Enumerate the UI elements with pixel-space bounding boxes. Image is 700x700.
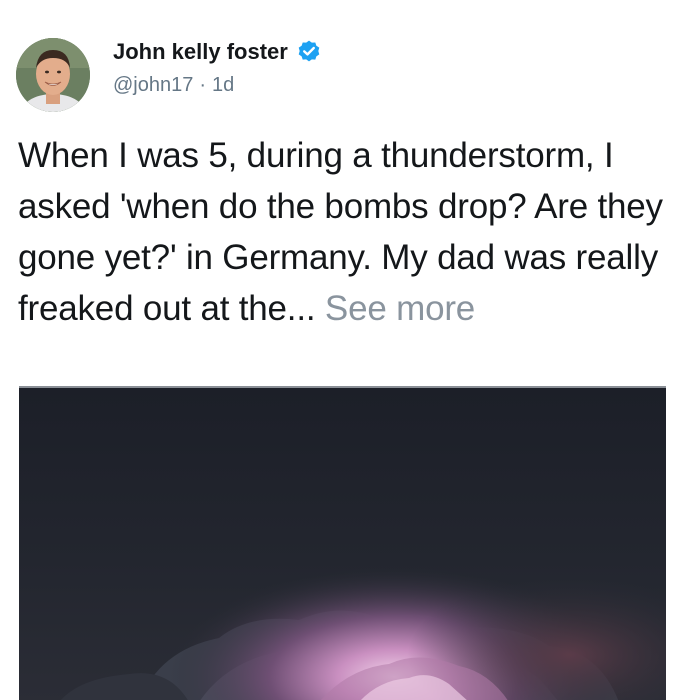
tweet-text: When I was 5, during a thunderstorm, I a… xyxy=(18,130,688,334)
tweet-meta: @john17 · 1d xyxy=(113,72,234,98)
tweet-timestamp[interactable]: 1d xyxy=(212,74,234,96)
avatar[interactable] xyxy=(16,38,90,112)
see-more-link[interactable]: See more xyxy=(325,289,475,328)
avatar-photo xyxy=(16,38,90,112)
tweet-card: John kelly foster @john17 · 1d When I was … xyxy=(0,0,700,700)
tweet-media-image[interactable] xyxy=(19,386,666,700)
author-name-row[interactable]: John kelly foster xyxy=(113,38,322,66)
author-name[interactable]: John kelly foster xyxy=(113,38,288,66)
verified-badge-icon xyxy=(296,39,322,65)
storm-cloud-photo xyxy=(19,388,666,700)
meta-separator: · xyxy=(199,74,207,96)
author-handle[interactable]: @john17 xyxy=(113,74,193,96)
